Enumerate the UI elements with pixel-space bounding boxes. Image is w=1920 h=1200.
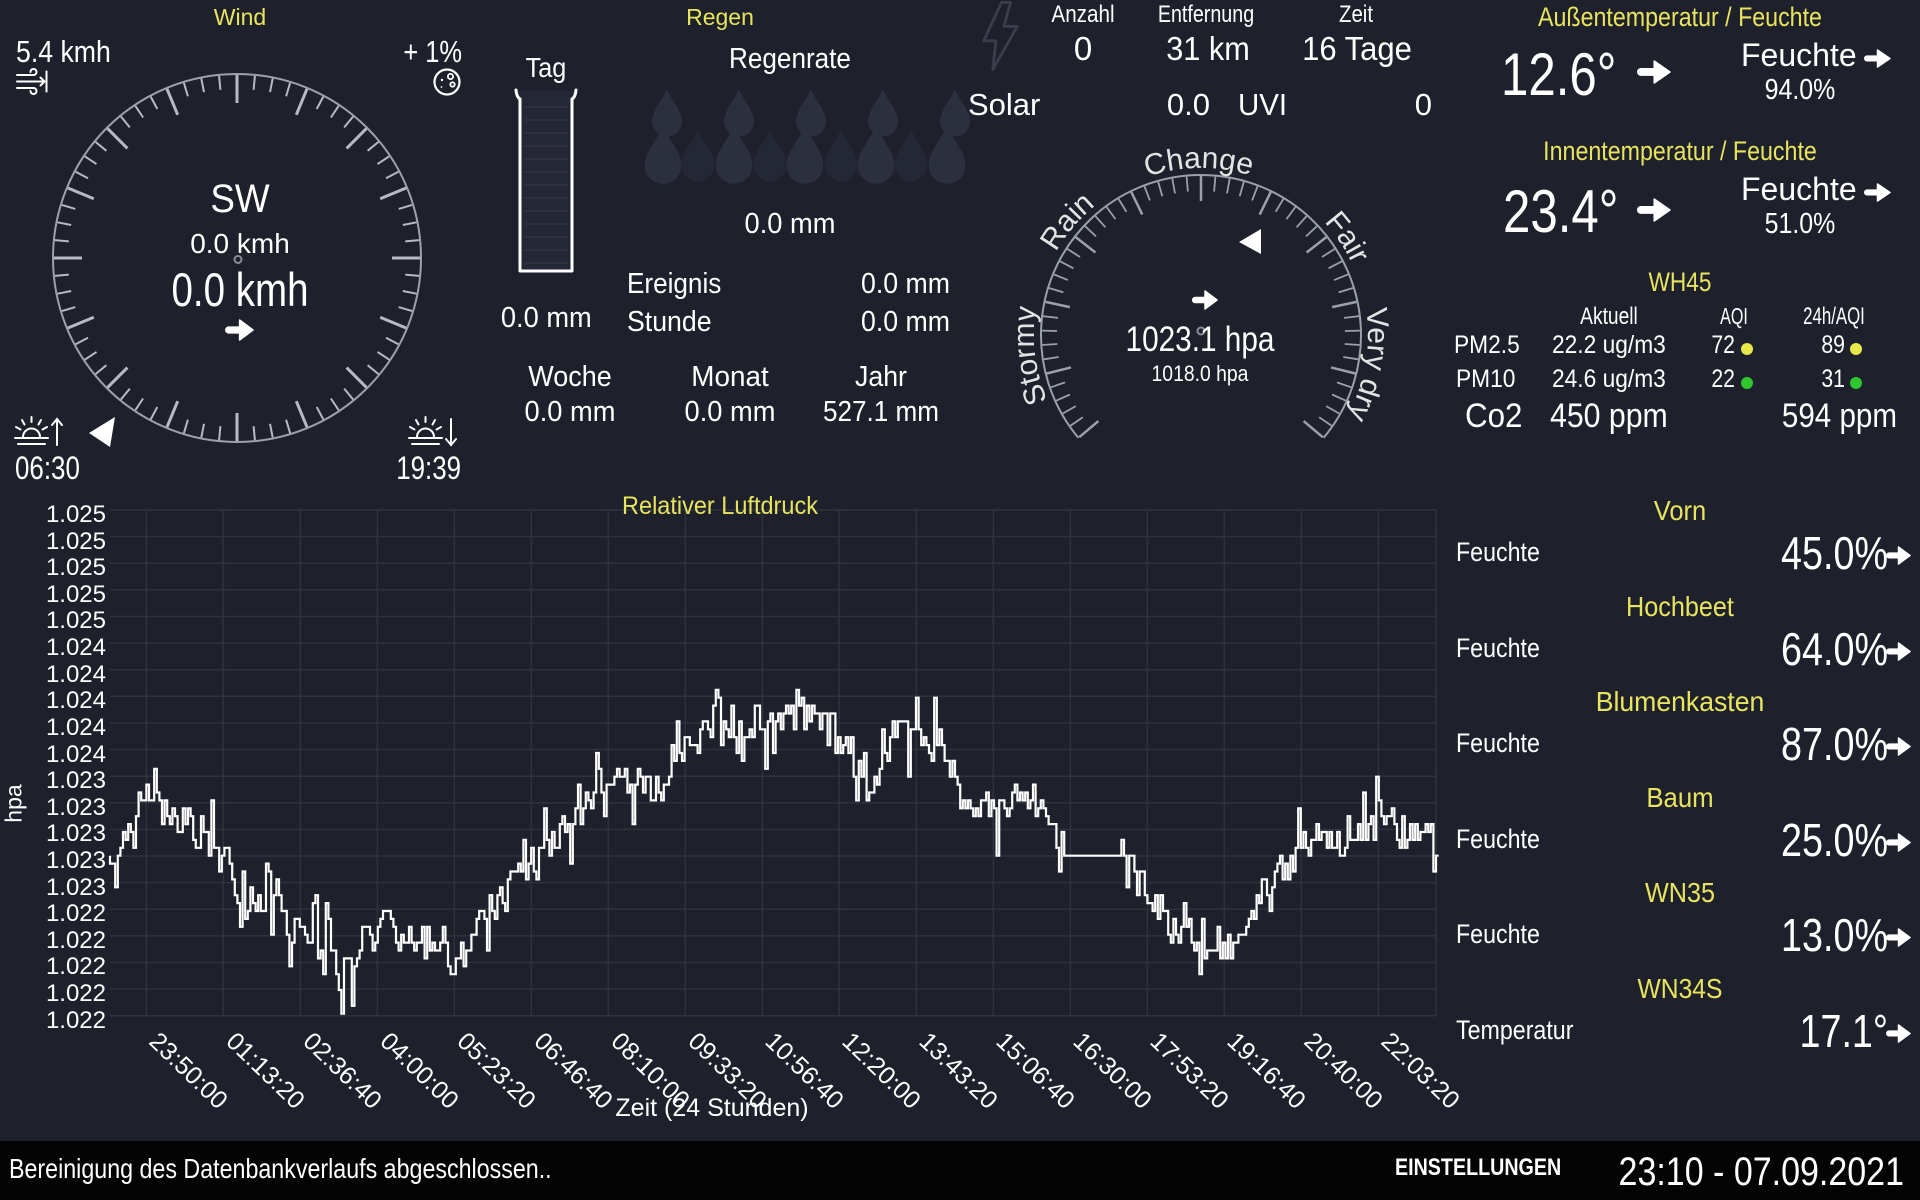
svg-text:Very dry: Very dry bbox=[1341, 306, 1394, 427]
svg-text:Stormy: Stormy bbox=[1008, 304, 1054, 409]
svg-text:Fair: Fair bbox=[1319, 205, 1376, 268]
svg-text:Change: Change bbox=[1140, 142, 1257, 184]
